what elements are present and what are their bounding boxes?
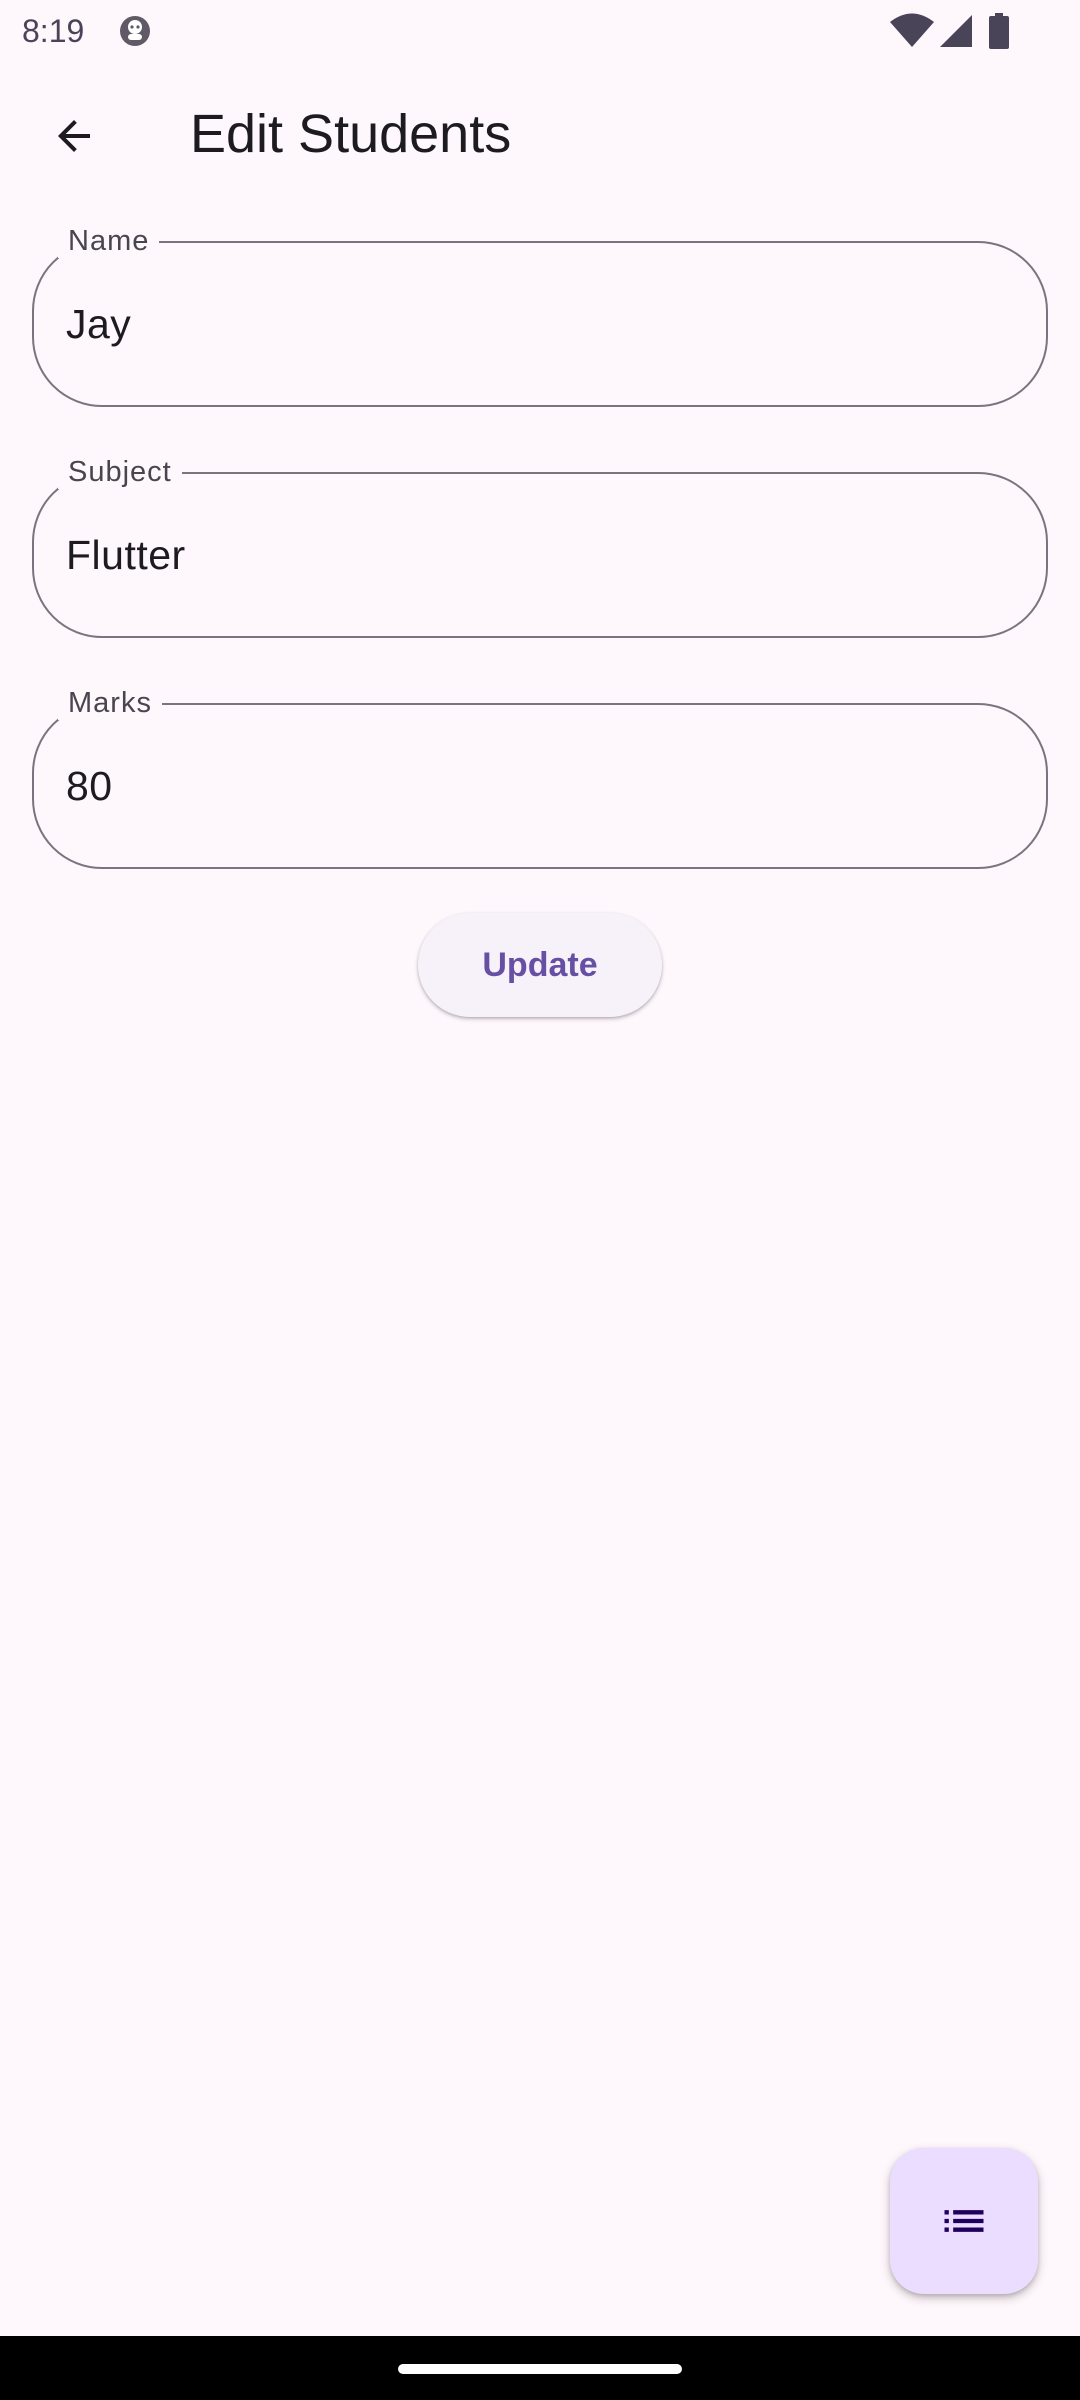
status-icons	[890, 13, 1010, 49]
system-navigation-bar	[0, 2336, 1080, 2400]
subject-field[interactable]: Subject Flutter	[32, 455, 1048, 638]
marks-field-value[interactable]: 80	[66, 705, 113, 867]
app-bar: Edit Students	[0, 62, 1080, 208]
wifi-icon	[890, 13, 934, 47]
name-field-value[interactable]: Jay	[66, 243, 131, 405]
battery-icon	[989, 13, 1009, 49]
list-icon	[944, 2210, 984, 2232]
back-button[interactable]	[34, 96, 114, 176]
status-time: 8:19	[22, 13, 85, 49]
app-notification-icon	[120, 16, 150, 46]
home-indicator[interactable]	[398, 2364, 682, 2374]
subject-field-value[interactable]: Flutter	[66, 474, 186, 636]
marks-field[interactable]: Marks 80	[32, 686, 1048, 869]
arrow-back-icon	[58, 120, 90, 152]
list-fab-button[interactable]	[890, 2148, 1038, 2294]
page-title: Edit Students	[190, 104, 512, 164]
cell-signal-icon	[940, 15, 972, 47]
name-field[interactable]: Name Jay	[32, 224, 1048, 407]
status-bar: 8:19	[0, 0, 1080, 62]
update-button[interactable]: Update	[418, 913, 662, 1017]
